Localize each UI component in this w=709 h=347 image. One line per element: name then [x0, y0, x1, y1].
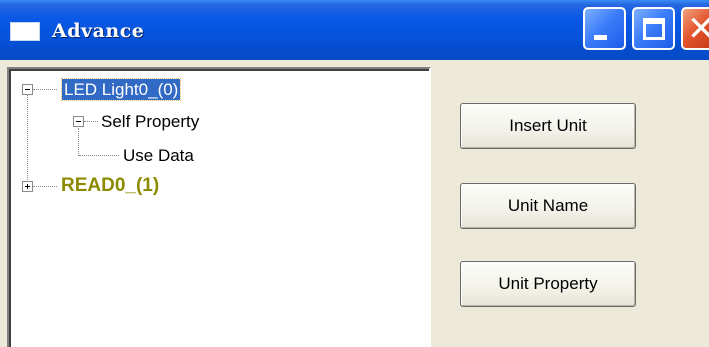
tree-connector — [33, 89, 57, 90]
collapse-icon[interactable] — [22, 84, 33, 95]
close-icon: ✕ — [687, 9, 709, 49]
tree-connector — [27, 90, 28, 188]
minimize-icon — [594, 35, 607, 40]
minimize-button[interactable] — [583, 7, 626, 50]
tree-node-read[interactable]: READ0_(1) — [61, 175, 159, 196]
tree-connector — [79, 155, 119, 156]
tree-connector — [33, 186, 57, 187]
unit-tree-view[interactable]: LED Light0_(0) Self Property Use Data RE… — [7, 67, 431, 347]
tree-connector — [78, 128, 79, 156]
tree-node-led-light[interactable]: LED Light0_(0) — [60, 78, 182, 101]
insert-unit-button[interactable]: Insert Unit — [460, 103, 636, 149]
collapse-icon[interactable] — [73, 116, 84, 127]
expand-icon[interactable] — [22, 181, 33, 192]
tree-node-self-property[interactable]: Self Property — [101, 111, 199, 132]
maximize-button[interactable] — [632, 7, 675, 50]
tree-connector — [84, 121, 98, 122]
window-title: Advance — [52, 20, 145, 42]
close-button[interactable]: ✕ — [681, 7, 709, 50]
maximize-icon — [643, 18, 665, 40]
unit-name-button[interactable]: Unit Name — [460, 183, 636, 229]
title-bar[interactable]: Advance ✕ — [0, 0, 709, 60]
unit-property-button[interactable]: Unit Property — [460, 261, 636, 307]
window-icon — [10, 22, 40, 41]
tree-node-use-data[interactable]: Use Data — [123, 145, 194, 166]
